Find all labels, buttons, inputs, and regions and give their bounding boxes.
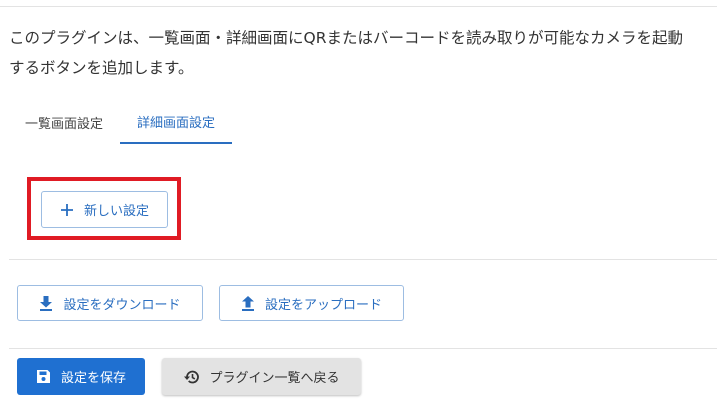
back-to-plugin-list-button[interactable]: プラグイン一覧へ戻る: [162, 358, 361, 395]
footer-divider: [9, 348, 717, 349]
tab-detail-view-settings[interactable]: 詳細画面設定: [120, 100, 233, 144]
history-back-icon: [183, 369, 200, 385]
plus-icon: [60, 203, 74, 217]
back-to-plugin-list-label: プラグイン一覧へ戻る: [209, 371, 340, 386]
upload-icon: [241, 295, 255, 311]
download-settings-label: 設定をダウンロード: [63, 297, 181, 313]
section-divider: [9, 259, 717, 260]
new-setting-button[interactable]: 新しい設定: [41, 191, 168, 228]
plugin-description: このプラグインは、一覧画面・詳細画面にQRまたはバーコードを読み取りが可能なカメ…: [9, 23, 715, 83]
settings-tabs: 一覧画面設定 詳細画面設定: [8, 100, 233, 144]
new-setting-label: 新しい設定: [83, 204, 149, 219]
save-settings-button[interactable]: 設定を保存: [17, 358, 145, 395]
save-settings-label: 設定を保存: [60, 371, 126, 386]
top-border: [0, 6, 717, 7]
upload-settings-button[interactable]: 設定をアップロード: [219, 285, 404, 321]
description-line-1: このプラグインは、一覧画面・詳細画面にQRまたはバーコードを読み取りが可能なカメ…: [9, 29, 683, 47]
download-icon: [39, 295, 53, 311]
tab-list-view-settings[interactable]: 一覧画面設定: [8, 100, 120, 144]
download-settings-button[interactable]: 設定をダウンロード: [17, 285, 203, 321]
description-line-2: するボタンを追加します。: [9, 59, 194, 77]
save-icon: [36, 369, 51, 384]
upload-settings-label: 設定をアップロード: [264, 297, 382, 313]
